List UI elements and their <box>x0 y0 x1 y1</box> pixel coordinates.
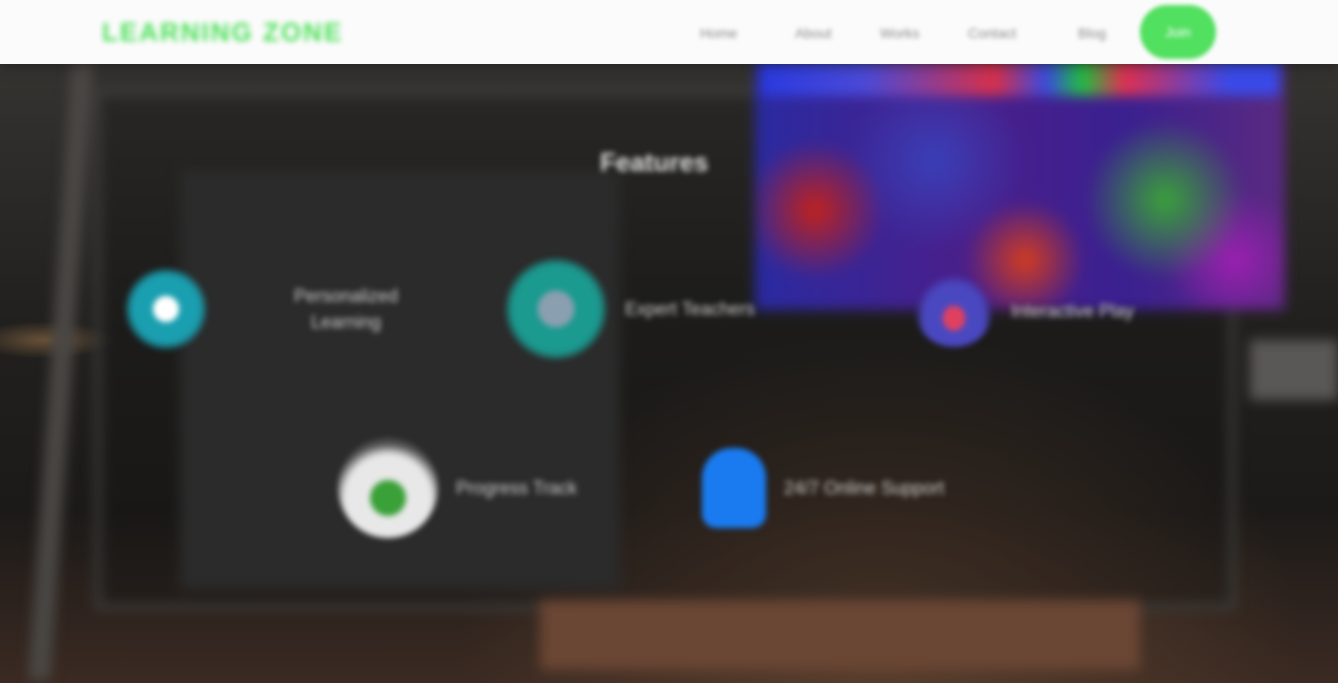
rainbow-icon <box>915 275 993 347</box>
nav-link-works[interactable]: Works <box>880 22 919 44</box>
top-navbar: Learning Zone Home About Works Contact B… <box>0 0 1338 64</box>
nav-link-home[interactable]: Home <box>700 22 737 44</box>
feature-label: Expert Teachers <box>625 299 755 319</box>
floor-area <box>540 600 1140 670</box>
colorful-artwork <box>755 60 1285 310</box>
feature-progress-track[interactable]: Progress Track <box>338 438 618 538</box>
bench <box>1250 340 1338 400</box>
site-logo[interactable]: Learning Zone <box>102 14 352 50</box>
hero-background: Features Personalized Learning Expert Te… <box>0 0 1338 683</box>
growth-chart-icon <box>338 438 438 538</box>
artwork-strip <box>760 60 1280 96</box>
nav-link-contact[interactable]: Contact <box>968 22 1016 44</box>
section-title: Features <box>600 147 709 177</box>
nav-link-about[interactable]: About <box>795 22 832 44</box>
room-pillar <box>28 60 94 680</box>
feature-interactive-play[interactable]: Interactive Play <box>915 275 1185 347</box>
user-icon <box>702 448 766 528</box>
nav-link-blog[interactable]: Blog <box>1078 22 1106 44</box>
feature-online-support[interactable]: 24/7 Online Support <box>702 448 1022 528</box>
chat-bubble-icon <box>125 268 207 350</box>
teacher-avatar-icon <box>505 258 607 360</box>
feature-label: Progress Track <box>456 478 578 498</box>
join-button[interactable]: Join <box>1140 5 1216 59</box>
feature-personalized-learning[interactable]: Personalized Learning <box>125 268 425 350</box>
feature-label: Personalized Learning <box>293 286 399 332</box>
feature-expert-teachers[interactable]: Expert Teachers <box>505 258 825 360</box>
feature-label: 24/7 Online Support <box>784 478 945 498</box>
feature-label: Interactive Play <box>1011 301 1135 321</box>
